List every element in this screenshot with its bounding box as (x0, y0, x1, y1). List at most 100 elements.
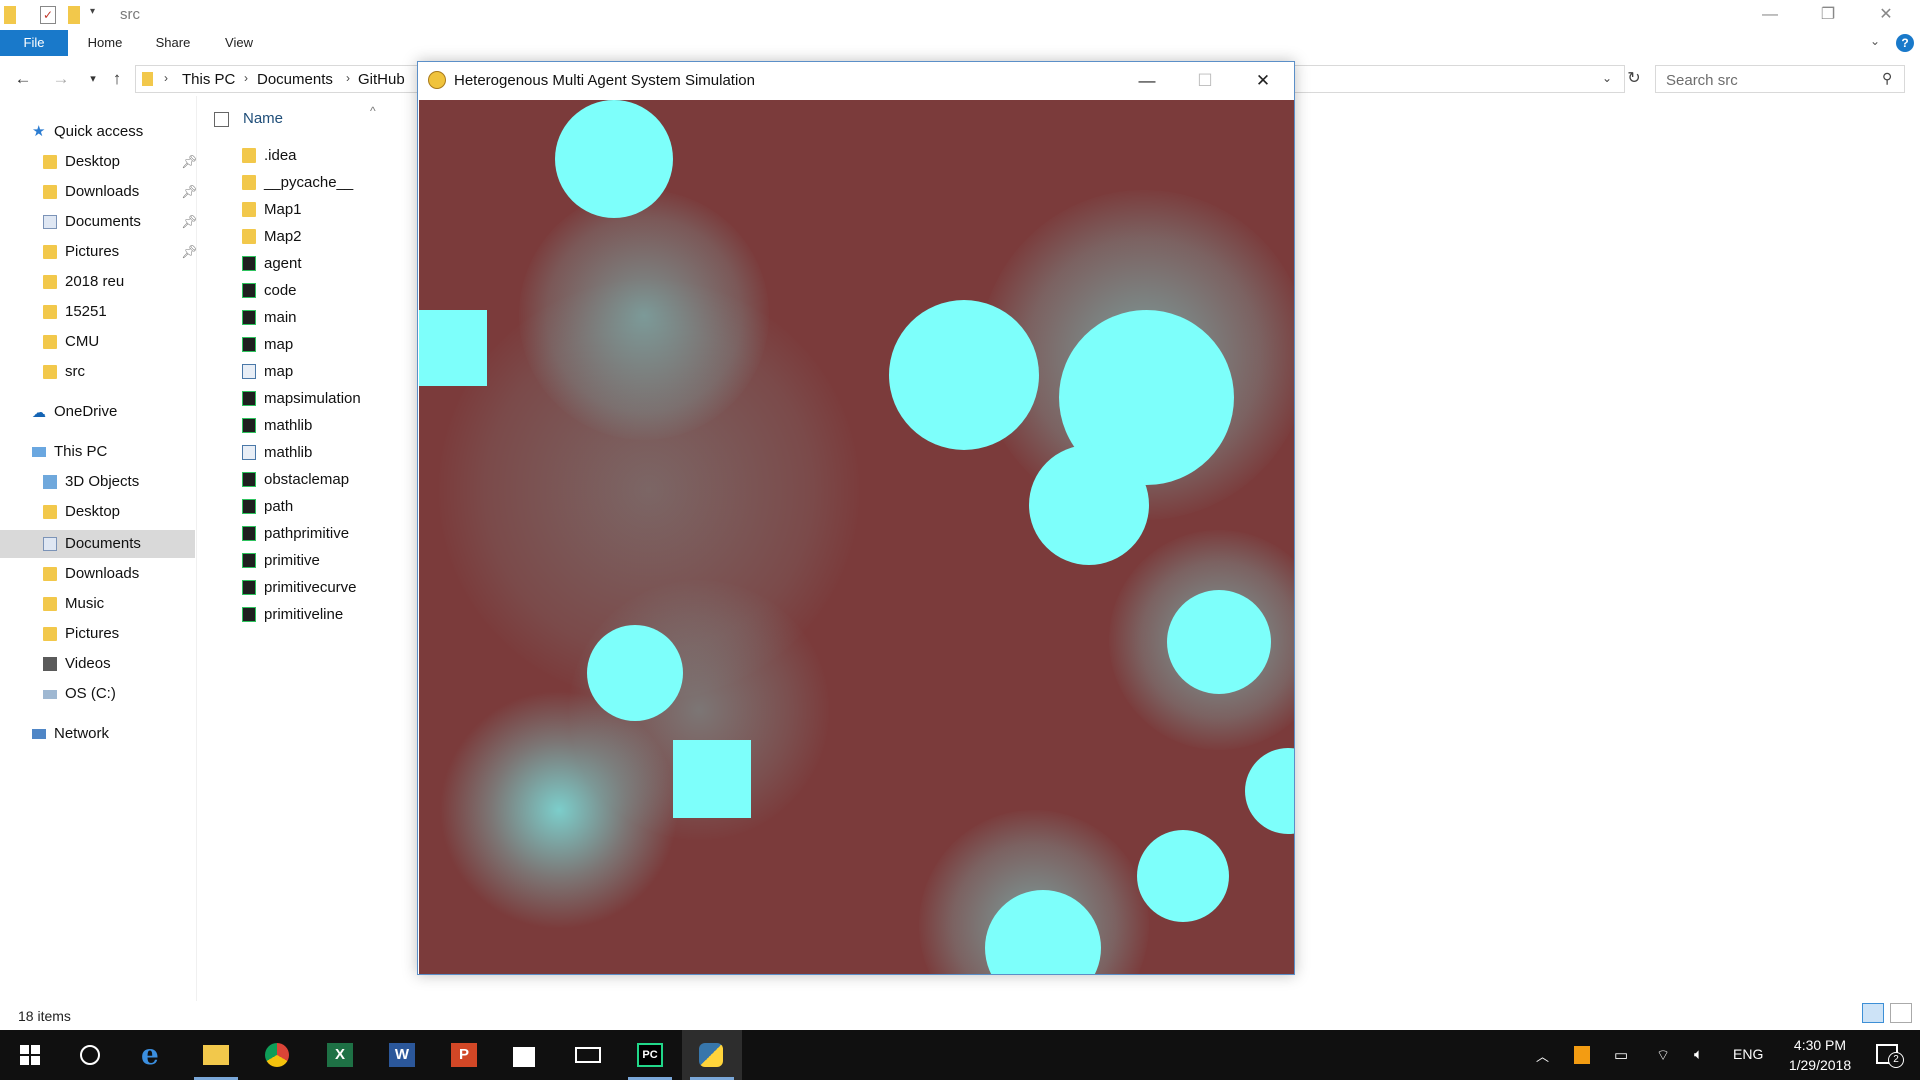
pictures-folder-icon (43, 627, 57, 641)
pycharm-button[interactable]: PC (620, 1030, 680, 1080)
up-button[interactable]: ↑ (106, 64, 128, 94)
file-explorer-icon (203, 1045, 229, 1065)
nav-label: Network (54, 725, 110, 742)
agent-circle (1167, 590, 1271, 694)
pin-icon[interactable]: 📌︎ (181, 238, 198, 266)
store-button[interactable] (496, 1030, 556, 1080)
cortana-button[interactable] (60, 1030, 120, 1080)
breadcrumb-separator[interactable]: › (164, 71, 168, 85)
minimize-button[interactable]: — (1118, 62, 1176, 100)
window-title: src (120, 6, 140, 23)
store-icon (513, 1047, 535, 1067)
breadcrumb-documents[interactable]: Documents (257, 71, 333, 88)
agent-circle (1245, 748, 1294, 834)
tab-file[interactable]: File (0, 30, 68, 56)
file-name: code (264, 282, 297, 299)
select-all-checkbox[interactable] (214, 112, 229, 127)
file-name: path (264, 498, 294, 515)
agent-circle (889, 300, 1039, 450)
new-folder-icon[interactable] (68, 6, 80, 24)
drive-icon (43, 690, 57, 699)
tab-home[interactable]: Home (80, 30, 130, 56)
language-indicator[interactable]: ENG (1733, 1046, 1763, 1062)
network-icon (32, 729, 46, 739)
excel-button[interactable]: X (310, 1030, 370, 1080)
chrome-button[interactable] (248, 1030, 308, 1080)
breadcrumb-github[interactable]: GitHub (358, 71, 405, 88)
pycharm-file-icon (242, 553, 256, 568)
file-explorer-button[interactable] (186, 1030, 246, 1080)
powerpoint-button[interactable]: P (434, 1030, 494, 1080)
search-input[interactable] (1664, 69, 1878, 91)
nav-label: Quick access (54, 123, 144, 140)
file-name: mapsimulation (264, 390, 361, 407)
customize-toolbar-icon[interactable]: ▾ (90, 6, 100, 24)
refresh-icon[interactable]: ↻ (1624, 68, 1644, 90)
close-button[interactable]: ✕ (1857, 0, 1915, 30)
tab-share[interactable]: Share (148, 30, 198, 56)
windows-start-icon (20, 1045, 40, 1065)
word-button[interactable]: W (372, 1030, 432, 1080)
breadcrumb-separator[interactable]: › (346, 71, 350, 85)
edge-button[interactable]: e (124, 1030, 184, 1080)
excel-icon: X (327, 1043, 353, 1067)
volume-icon[interactable]: 🔈︎ (1694, 1046, 1703, 1063)
properties-icon[interactable]: ✓ (40, 6, 56, 24)
file-name: mathlib (264, 417, 313, 434)
file-name: obstaclemap (264, 471, 350, 488)
computer-icon (32, 447, 46, 457)
battery-icon[interactable]: ▭ (1614, 1046, 1628, 1064)
pycharm-icon: PC (637, 1043, 663, 1067)
simulation-canvas[interactable] (419, 100, 1294, 974)
python-file-icon (242, 364, 256, 379)
restore-button[interactable]: ❐ (1799, 0, 1857, 30)
nav-label: 2018 reu (65, 273, 125, 290)
nav-label: OneDrive (54, 403, 118, 420)
python-file-icon (242, 445, 256, 460)
search-box[interactable]: ⚲ (1655, 65, 1905, 93)
show-hidden-icons-icon[interactable]: ︿ (1536, 1046, 1549, 1065)
music-folder-icon (43, 597, 57, 611)
breadcrumb-separator[interactable]: › (244, 71, 248, 85)
notification-badge: 2 (1888, 1052, 1904, 1068)
clock-date[interactable]: 1/29/2018 (1770, 1057, 1870, 1073)
wifi-icon[interactable]: ⌔ (1656, 1046, 1670, 1065)
address-dropdown-icon[interactable]: ⌄ (1602, 71, 1612, 85)
action-center-icon[interactable]: 2 (1876, 1044, 1904, 1068)
simulation-title: Heterogenous Multi Agent System Simulati… (454, 72, 755, 89)
nav-label: Downloads (65, 565, 140, 582)
ribbon-tabs: File Home Share View ⌄ ? (0, 30, 1920, 56)
mail-button[interactable] (558, 1030, 618, 1080)
close-button[interactable]: ✕ (1234, 62, 1292, 100)
maximize-button[interactable]: ☐ (1176, 62, 1234, 100)
help-icon[interactable]: ? (1896, 34, 1914, 52)
column-header-name[interactable]: Name ^ (210, 104, 410, 134)
desktop-folder-icon (43, 505, 57, 519)
recent-locations-button[interactable]: ▾ (82, 64, 104, 94)
search-icon[interactable]: ⚲ (1882, 70, 1892, 87)
folder-icon (242, 148, 256, 163)
pin-icon[interactable]: 📌︎ (181, 148, 198, 176)
nav-label: This PC (54, 443, 108, 460)
large-icons-view-button[interactable] (1890, 1003, 1912, 1023)
file-name: map (264, 336, 294, 353)
forward-button[interactable]: → (50, 64, 72, 94)
pycharm-file-icon (242, 499, 256, 514)
back-button[interactable]: ← (12, 64, 34, 94)
folder-icon (242, 175, 256, 190)
minimize-button[interactable]: — (1741, 0, 1799, 30)
start-button[interactable] (0, 1030, 60, 1080)
breadcrumb-this-pc[interactable]: This PC (182, 71, 235, 88)
details-view-button[interactable] (1862, 1003, 1884, 1023)
simulation-titlebar[interactable]: Heterogenous Multi Agent System Simulati… (418, 62, 1294, 100)
clock-time[interactable]: 4:30 PM (1770, 1037, 1870, 1053)
pin-icon[interactable]: 📌︎ (181, 208, 198, 236)
nav-label: Desktop (65, 503, 121, 520)
expand-ribbon-icon[interactable]: ⌄ (1870, 34, 1880, 48)
file-name: primitive (264, 552, 320, 569)
pin-icon[interactable]: 📌︎ (181, 178, 198, 206)
nav-label: Desktop (65, 153, 121, 170)
python-button[interactable] (682, 1030, 742, 1080)
tray-app-icon[interactable] (1574, 1046, 1590, 1064)
tab-view[interactable]: View (214, 30, 264, 56)
